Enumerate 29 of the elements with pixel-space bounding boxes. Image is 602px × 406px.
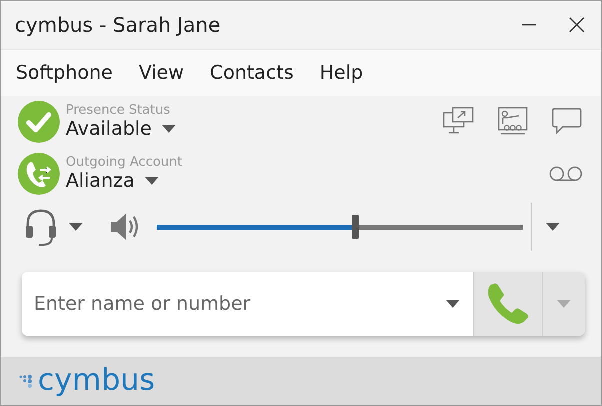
caret-icon [546,223,560,231]
history-dropdown[interactable] [433,272,473,336]
number-input-field[interactable]: Enter name or number [22,272,433,336]
menu-item[interactable]: View [138,62,184,84]
presence-dropdown[interactable]: Available [66,118,176,140]
close-button[interactable] [569,17,585,33]
logo-dots-icon [19,374,35,388]
voicemail-icon[interactable] [549,166,583,182]
caret-icon [69,223,83,231]
menu-item[interactable]: Softphone [16,62,113,84]
field-label: Presence Status [66,104,172,118]
menu-item[interactable]: Help [320,62,364,84]
caret-icon [446,300,460,308]
more-dropdown[interactable] [546,223,560,231]
checkmark-icon [18,101,60,143]
field-label: Outgoing Account [66,156,182,170]
headset-icon [23,207,59,247]
presentation-icon[interactable] [497,107,529,137]
brand-logo: cymbus [38,364,156,398]
menu-item[interactable]: Contacts [210,62,294,84]
chat-icon[interactable] [551,107,583,137]
caret-icon [162,125,176,133]
caret-icon [557,300,571,308]
phone-transfer-icon [18,153,60,195]
window-title: cymbus - Sarah Jane [15,13,221,37]
headset-dropdown[interactable] [23,207,83,247]
account-dropdown[interactable]: Alianza [66,170,182,192]
caret-icon [144,177,159,185]
volume-slider[interactable] [157,215,523,239]
